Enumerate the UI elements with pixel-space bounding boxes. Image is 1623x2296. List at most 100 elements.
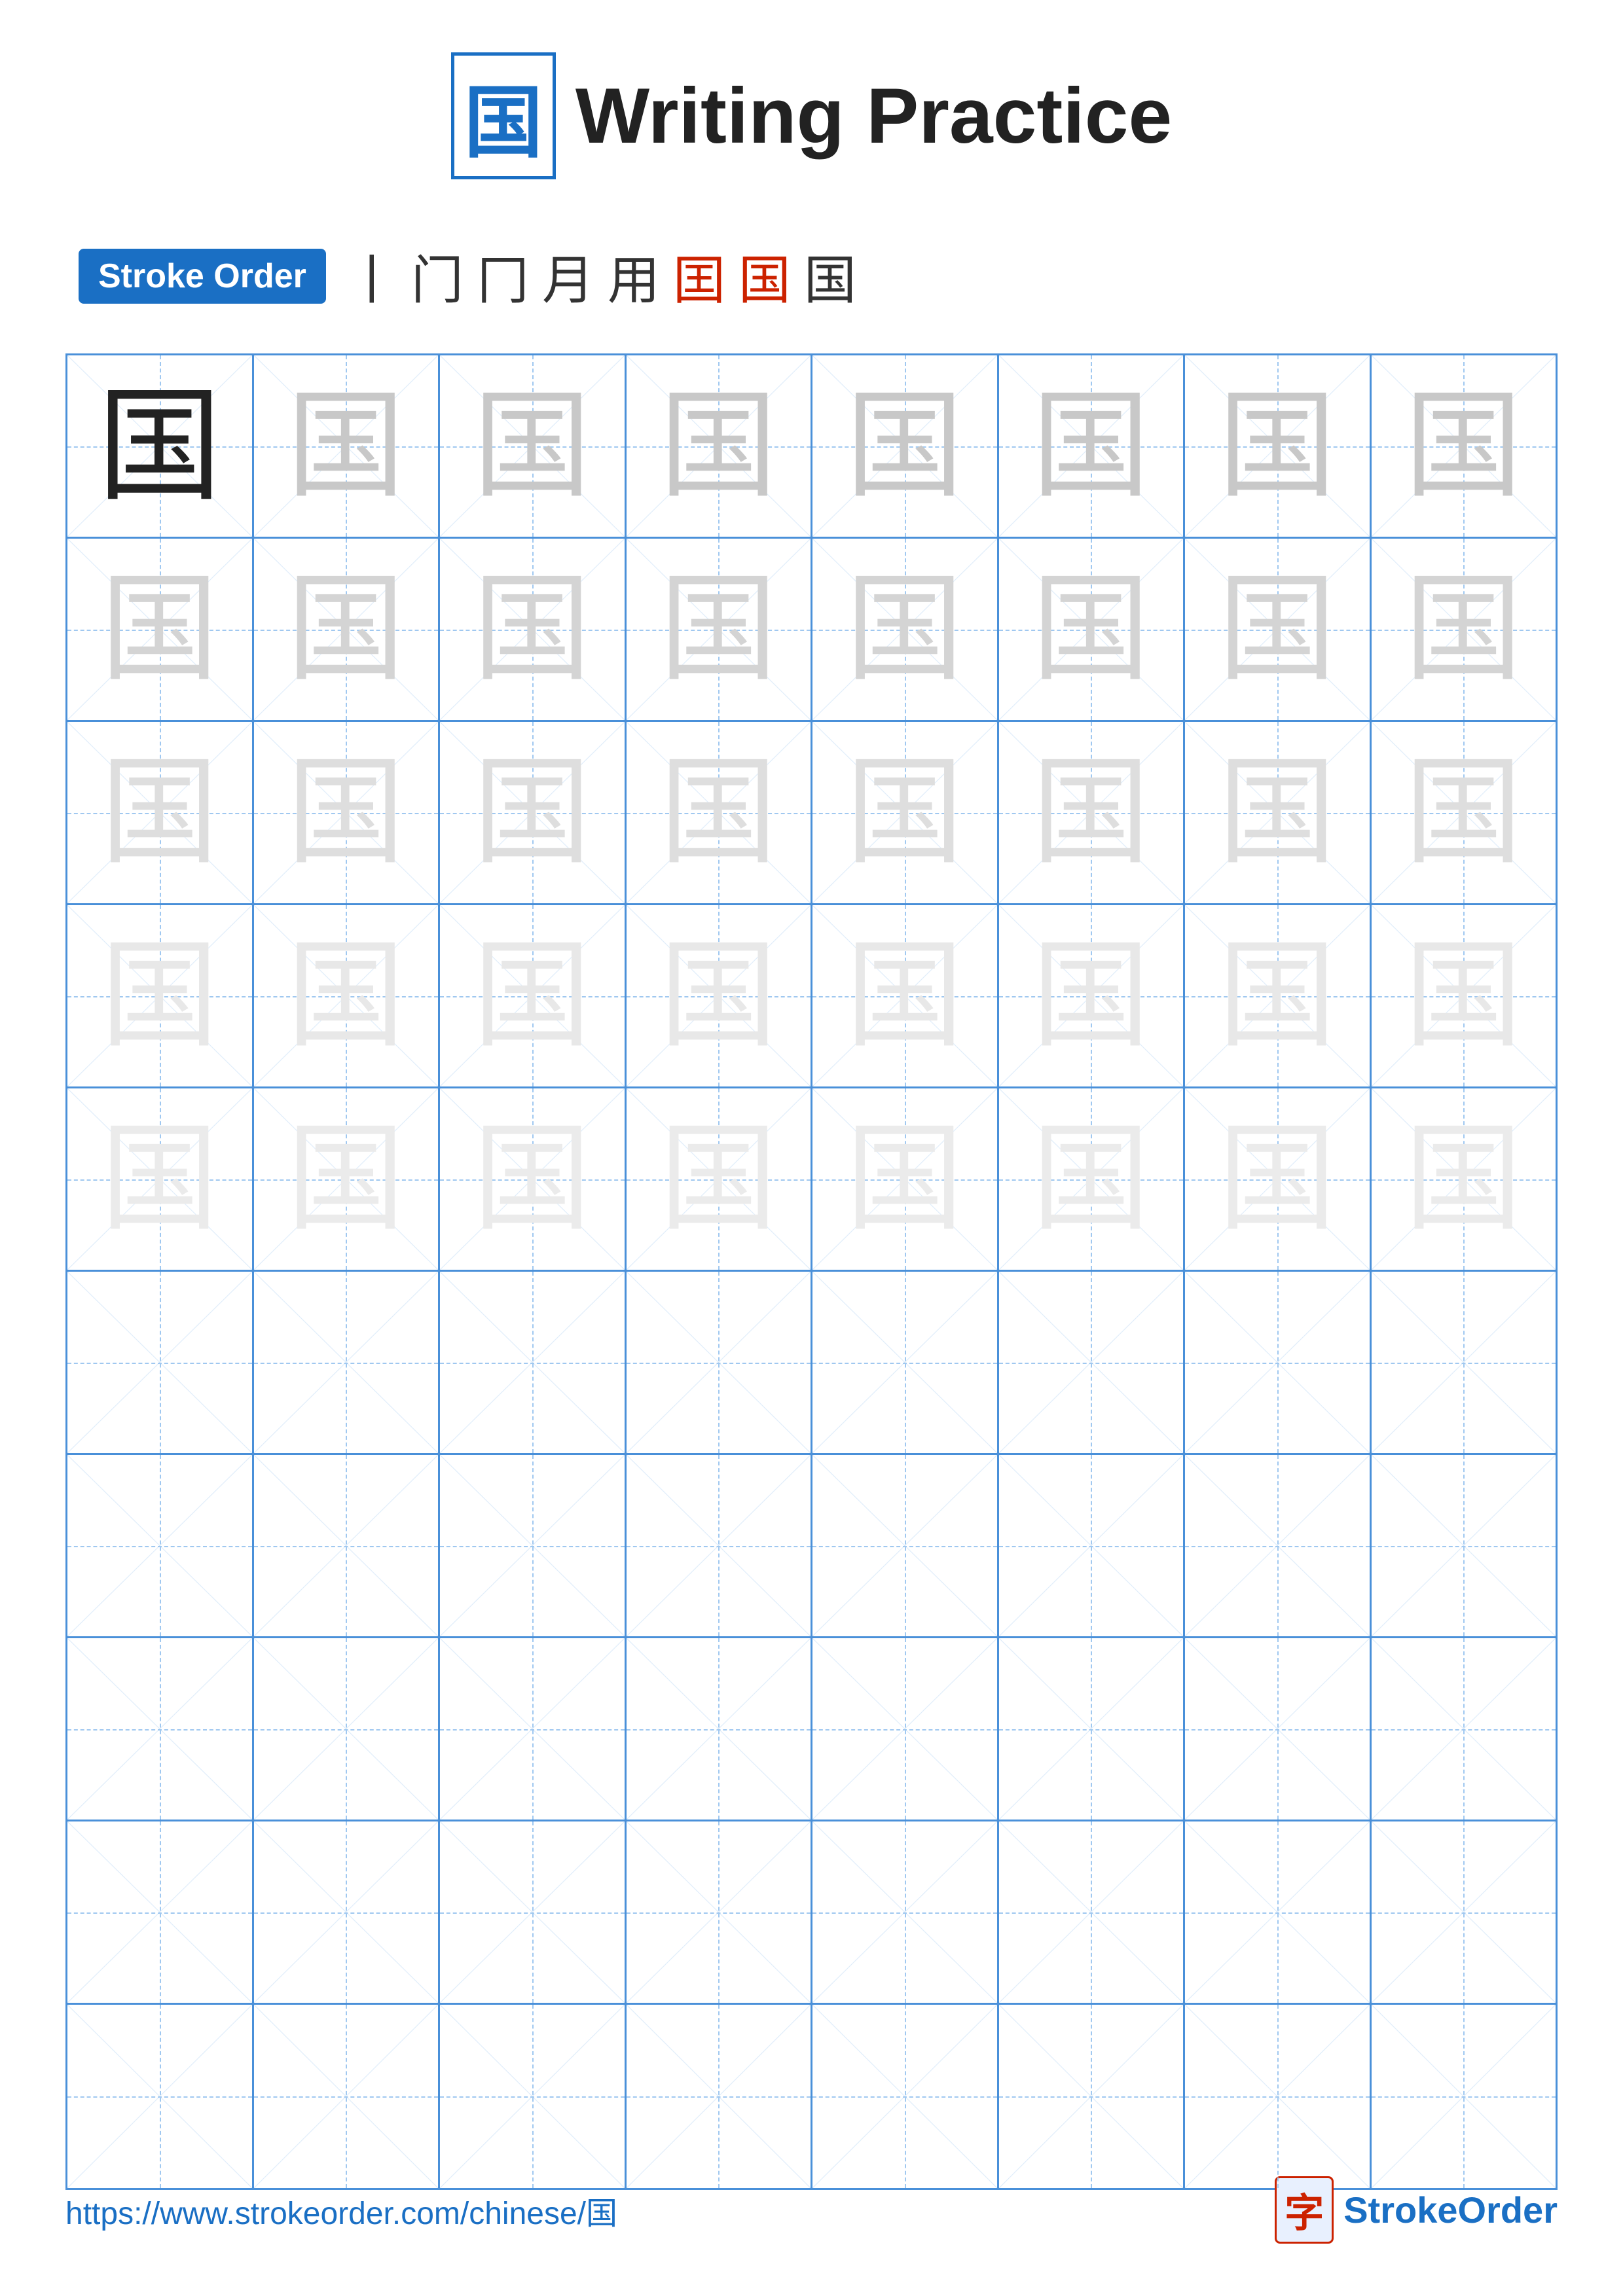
grid-cell-1-7[interactable]: 国 (1185, 355, 1372, 537)
grid-cell-7-8[interactable] (1372, 1455, 1556, 1636)
grid-cell-5-8[interactable]: 国 (1372, 1088, 1556, 1270)
grid-cell-1-5[interactable]: 国 (812, 355, 999, 537)
grid-cell-3-3[interactable]: 国 (440, 722, 627, 903)
grid-cell-6-4[interactable] (627, 1272, 813, 1453)
grid-cell-3-2[interactable]: 国 (254, 722, 441, 903)
grid-cell-10-4[interactable] (627, 2005, 813, 2188)
grid-cell-1-8[interactable]: 国 (1372, 355, 1556, 537)
grid-cell-2-2[interactable]: 国 (254, 539, 441, 720)
grid-cell-10-5[interactable] (812, 2005, 999, 2188)
char-display: 国 (473, 754, 591, 872)
grid-cell-9-2[interactable] (254, 1821, 441, 2003)
grid-cell-10-6[interactable] (999, 2005, 1186, 2188)
footer-url[interactable]: https://www.strokeorder.com/chinese/国 (65, 2187, 617, 2233)
grid-cell-4-8[interactable]: 国 (1372, 905, 1556, 1086)
stroke-8: 国 (804, 238, 856, 314)
grid-cell-1-4[interactable]: 国 (627, 355, 813, 537)
char-display: 国 (846, 571, 964, 689)
grid-cell-10-1[interactable] (67, 2005, 254, 2188)
char-display: 国 (1032, 1121, 1150, 1238)
stroke-6: 囯 (673, 238, 725, 314)
char-display: 国 (1404, 387, 1522, 505)
grid-cell-5-4[interactable]: 国 (627, 1088, 813, 1270)
grid-cell-7-2[interactable] (254, 1455, 441, 1636)
grid-cell-5-6[interactable]: 国 (999, 1088, 1186, 1270)
grid-cell-1-1[interactable]: 国 (67, 355, 254, 537)
grid-cell-3-8[interactable]: 国 (1372, 722, 1556, 903)
char-display: 国 (1218, 571, 1336, 689)
grid-cell-8-1[interactable] (67, 1638, 254, 1820)
footer-logo: 字 StrokeOrder (1275, 2176, 1558, 2244)
grid-cell-4-1[interactable]: 国 (67, 905, 254, 1086)
grid-cell-5-5[interactable]: 国 (812, 1088, 999, 1270)
grid-cell-1-3[interactable]: 国 (440, 355, 627, 537)
grid-cell-6-8[interactable] (1372, 1272, 1556, 1453)
grid-cell-8-6[interactable] (999, 1638, 1186, 1820)
grid-cell-5-7[interactable]: 国 (1185, 1088, 1372, 1270)
grid-cell-5-2[interactable]: 国 (254, 1088, 441, 1270)
grid-cell-3-6[interactable]: 国 (999, 722, 1186, 903)
grid-cell-7-1[interactable] (67, 1455, 254, 1636)
grid-cell-9-7[interactable] (1185, 1821, 1372, 2003)
grid-cell-7-4[interactable] (627, 1455, 813, 1636)
grid-row-7 (67, 1455, 1556, 1638)
grid-cell-4-7[interactable]: 国 (1185, 905, 1372, 1086)
grid-cell-4-3[interactable]: 国 (440, 905, 627, 1086)
grid-cell-10-3[interactable] (440, 2005, 627, 2188)
grid-cell-6-3[interactable] (440, 1272, 627, 1453)
grid-cell-4-6[interactable]: 国 (999, 905, 1186, 1086)
grid-cell-8-2[interactable] (254, 1638, 441, 1820)
grid-cell-7-6[interactable] (999, 1455, 1186, 1636)
grid-cell-1-6[interactable]: 国 (999, 355, 1186, 537)
grid-cell-7-5[interactable] (812, 1455, 999, 1636)
grid-cell-9-8[interactable] (1372, 1821, 1556, 2003)
grid-cell-4-2[interactable]: 国 (254, 905, 441, 1086)
char-display: 国 (1404, 754, 1522, 872)
grid-cell-3-5[interactable]: 国 (812, 722, 999, 903)
grid-cell-2-1[interactable]: 国 (67, 539, 254, 720)
grid-cell-2-3[interactable]: 国 (440, 539, 627, 720)
grid-cell-9-6[interactable] (999, 1821, 1186, 2003)
grid-cell-2-4[interactable]: 国 (627, 539, 813, 720)
grid-cell-9-3[interactable] (440, 1821, 627, 2003)
grid-cell-6-5[interactable] (812, 1272, 999, 1453)
grid-cell-8-4[interactable] (627, 1638, 813, 1820)
grid-cell-8-7[interactable] (1185, 1638, 1372, 1820)
grid-cell-8-8[interactable] (1372, 1638, 1556, 1820)
grid-cell-9-5[interactable] (812, 1821, 999, 2003)
grid-cell-1-2[interactable]: 国 (254, 355, 441, 537)
title-text: Writing Practice (575, 71, 1172, 161)
grid-cell-6-2[interactable] (254, 1272, 441, 1453)
grid-cell-10-8[interactable] (1372, 2005, 1556, 2188)
grid-cell-2-6[interactable]: 国 (999, 539, 1186, 720)
grid-cell-10-7[interactable] (1185, 2005, 1372, 2188)
grid-cell-6-7[interactable] (1185, 1272, 1372, 1453)
grid-cell-6-6[interactable] (999, 1272, 1186, 1453)
char-display: 国 (1032, 754, 1150, 872)
grid-cell-9-4[interactable] (627, 1821, 813, 2003)
grid-cell-9-1[interactable] (67, 1821, 254, 2003)
grid-cell-8-3[interactable] (440, 1638, 627, 1820)
grid-row-3: 国 国 国 国 国 国 国 国 (67, 722, 1556, 905)
grid-cell-3-1[interactable]: 国 (67, 722, 254, 903)
char-display: 国 (659, 937, 777, 1055)
grid-cell-2-8[interactable]: 国 (1372, 539, 1556, 720)
stroke-sequence: 丨 门 冂 月 用 囯 国 国 (346, 238, 856, 314)
char-display: 国 (287, 571, 405, 689)
grid-cell-3-7[interactable]: 国 (1185, 722, 1372, 903)
grid-cell-5-1[interactable]: 国 (67, 1088, 254, 1270)
grid-cell-2-7[interactable]: 国 (1185, 539, 1372, 720)
grid-cell-7-3[interactable] (440, 1455, 627, 1636)
grid-cell-4-5[interactable]: 国 (812, 905, 999, 1086)
grid-cell-5-3[interactable]: 国 (440, 1088, 627, 1270)
char-display: 国 (846, 387, 964, 505)
grid-cell-10-2[interactable] (254, 2005, 441, 2188)
grid-cell-3-4[interactable]: 国 (627, 722, 813, 903)
char-display: 国 (1032, 571, 1150, 689)
grid-cell-7-7[interactable] (1185, 1455, 1372, 1636)
grid-cell-2-5[interactable]: 国 (812, 539, 999, 720)
grid-cell-4-4[interactable]: 国 (627, 905, 813, 1086)
grid-cell-8-5[interactable] (812, 1638, 999, 1820)
stroke-order-section: Stroke Order 丨 门 冂 月 用 囯 国 国 (0, 219, 1623, 340)
grid-cell-6-1[interactable] (67, 1272, 254, 1453)
